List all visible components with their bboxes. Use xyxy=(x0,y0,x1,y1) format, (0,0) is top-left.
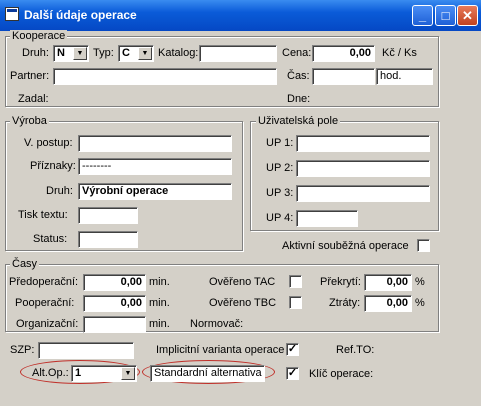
ztraty-label: Ztráty: xyxy=(329,297,361,309)
druh-label: Druh: xyxy=(22,47,49,59)
klic-label: Klíč operace: xyxy=(309,368,374,380)
vyroba-druh-label: Druh: xyxy=(46,185,73,197)
ztraty-unit: % xyxy=(415,297,425,309)
predoperacni-unit: min. xyxy=(149,276,170,288)
up2-label: UP 2: xyxy=(266,162,294,174)
cena-unit: Kč / Ks xyxy=(382,47,417,59)
organizacni-label: Organizační: xyxy=(16,318,79,330)
pooperacni-unit: min. xyxy=(149,297,170,309)
altop-label: Alt.Op.: xyxy=(32,367,69,379)
druh-select[interactable]: N ▼ xyxy=(53,45,89,62)
close-button[interactable]: ✕ xyxy=(457,5,478,26)
status-input[interactable] xyxy=(78,231,138,248)
title-bar: Další údaje operace _ □ ✕ xyxy=(0,0,481,31)
organizacni-unit: min. xyxy=(149,318,170,330)
normovac-label: Normovač: xyxy=(190,318,244,330)
szp-input[interactable] xyxy=(38,342,134,359)
chevron-down-icon[interactable]: ▼ xyxy=(138,47,152,60)
up1-label: UP 1: xyxy=(266,137,294,149)
vyroba-druh-input[interactable]: Výrobní operace xyxy=(78,183,232,200)
prekryti-unit: % xyxy=(415,276,425,288)
postup-label: V. postup: xyxy=(24,137,73,149)
priznaky-input[interactable]: -------- xyxy=(78,158,232,175)
implicitni-checkbox[interactable]: ✓ xyxy=(286,343,299,356)
typ-label: Typ: xyxy=(93,47,114,59)
organizacni-input[interactable] xyxy=(83,316,146,333)
implicitni-label: Implicitní varianta operace xyxy=(156,344,285,356)
cas-unit-input[interactable]: hod. xyxy=(376,68,433,85)
katalog-input[interactable] xyxy=(199,45,277,62)
postup-input[interactable] xyxy=(78,135,232,152)
tac-checkbox[interactable] xyxy=(289,275,302,288)
zadal-label: Zadal: xyxy=(18,93,49,105)
cena-label: Cena: xyxy=(282,47,312,59)
chevron-down-icon[interactable]: ▼ xyxy=(121,367,135,380)
status-label: Status: xyxy=(33,233,68,245)
up3-label: UP 3: xyxy=(266,187,294,199)
standard-input[interactable]: Standardní alternativa xyxy=(150,365,265,382)
typ-select[interactable]: C ▼ xyxy=(118,45,154,62)
prekryti-label: Překrytí: xyxy=(320,276,361,288)
predoperacni-input[interactable]: 0,00 xyxy=(83,274,146,291)
tbc-label: Ověřeno TBC xyxy=(209,297,277,309)
minimize-button[interactable]: _ xyxy=(412,5,433,26)
tisk-label: Tisk textu: xyxy=(18,209,68,221)
partner-label: Partner: xyxy=(10,70,50,82)
kooperace-legend: Kooperace xyxy=(10,30,68,42)
tisk-input[interactable] xyxy=(78,207,138,224)
tac-label: Ověřeno TAC xyxy=(209,276,276,288)
vyroba-legend: Výroba xyxy=(10,115,49,127)
up1-input[interactable] xyxy=(296,135,430,152)
up3-input[interactable] xyxy=(296,185,430,202)
up2-input[interactable] xyxy=(296,160,430,177)
altop-select[interactable]: 1 ▼ xyxy=(71,365,137,382)
ztraty-input[interactable]: 0,00 xyxy=(364,295,412,312)
casy-legend: Časy xyxy=(10,258,40,270)
partner-input[interactable] xyxy=(53,68,277,85)
cas-label: Čas: xyxy=(287,70,310,82)
window-icon xyxy=(5,7,19,21)
standard-checkbox[interactable]: ✓ xyxy=(286,367,299,380)
aktivni-label: Aktivní souběžná operace xyxy=(282,240,409,252)
katalog-label: Katalog: xyxy=(158,47,199,59)
maximize-button[interactable]: □ xyxy=(435,5,456,26)
cena-input[interactable]: 0,00 xyxy=(312,45,375,62)
prekryti-input[interactable]: 0,00 xyxy=(364,274,412,291)
ref-to-label: Ref.TO: xyxy=(336,344,375,356)
pooperacni-label: Pooperační: xyxy=(15,297,75,309)
pooperacni-input[interactable]: 0,00 xyxy=(83,295,146,312)
up4-input[interactable] xyxy=(296,210,358,227)
aktivni-checkbox[interactable] xyxy=(417,239,430,252)
tbc-checkbox[interactable] xyxy=(289,296,302,309)
cas-input[interactable] xyxy=(312,68,375,85)
dne-label: Dne: xyxy=(287,93,311,105)
predoperacni-label: Předoperační: xyxy=(9,276,79,288)
chevron-down-icon[interactable]: ▼ xyxy=(73,47,87,60)
uzivatelska-legend: Uživatelská pole xyxy=(256,115,341,127)
window-title: Další údaje operace xyxy=(24,8,137,22)
szp-label: SZP: xyxy=(10,344,35,356)
priznaky-label: Příznaky: xyxy=(30,160,76,172)
up4-label: UP 4: xyxy=(266,212,294,224)
